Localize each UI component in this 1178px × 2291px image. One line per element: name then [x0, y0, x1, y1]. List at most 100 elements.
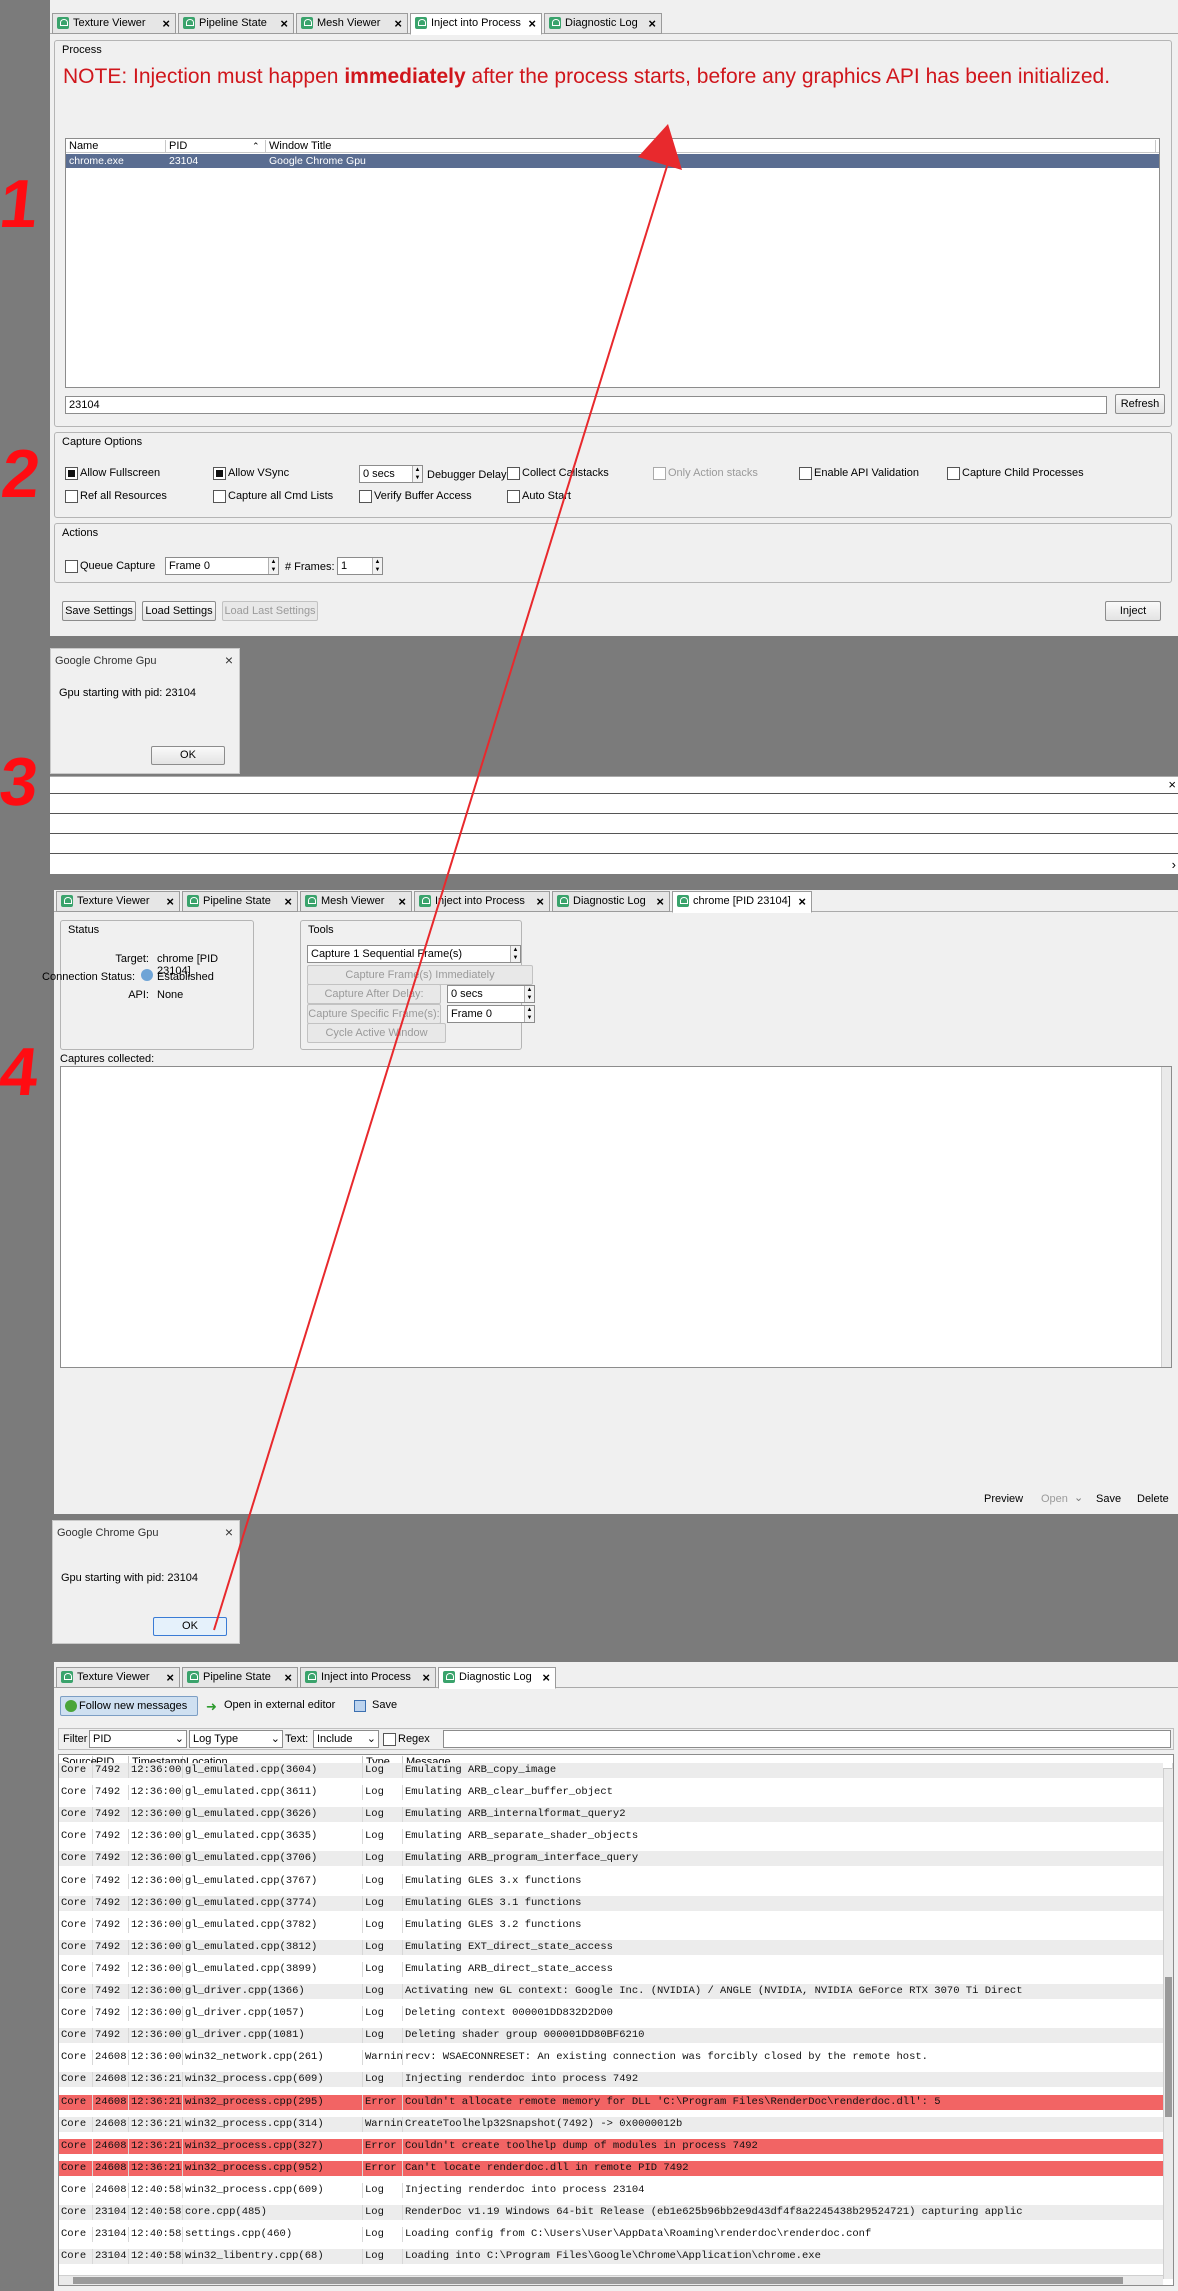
close-icon[interactable]: × [648, 14, 656, 33]
tab-mesh-viewer[interactable]: Mesh Viewer × [296, 13, 408, 34]
save-log-button[interactable]: Save [354, 1699, 397, 1712]
chevron-down-icon[interactable]: ⌄ [1074, 1491, 1083, 1504]
tab-inject-into-process[interactable]: Inject into Process × [414, 891, 550, 912]
tab-diagnostic-log[interactable]: Diagnostic Log × [544, 13, 662, 34]
pid-input[interactable]: 23104 [65, 396, 1107, 414]
regex-checkbox[interactable]: Regex [383, 1733, 430, 1746]
follow-new-messages-toggle[interactable]: Follow new messages [60, 1696, 198, 1716]
log-row[interactable]: Core 7492 12:36:00 gl_driver.cpp(1366) Log Ac… [59, 1984, 1173, 1999]
scrollbar-thumb[interactable] [1165, 1977, 1172, 2117]
close-icon[interactable]: × [284, 892, 292, 911]
spinner-arrows-icon[interactable]: ▲ ▼ [372, 558, 382, 574]
process-row[interactable]: chrome.exe 23104 Google Chrome Gpu [66, 154, 1159, 168]
close-icon[interactable]: × [398, 892, 406, 911]
tab-diagnostic-log[interactable]: Diagnostic Log × [552, 891, 670, 912]
close-icon[interactable]: × [280, 14, 288, 33]
spinner-arrows-icon[interactable]: ▲ ▼ [524, 986, 534, 1002]
close-icon[interactable]: × [394, 14, 402, 33]
delete-button[interactable]: Delete [1137, 1493, 1169, 1505]
log-row[interactable]: Core 24608 12:36:21 win32_process.cpp(295) E… [59, 2094, 1173, 2110]
log-row[interactable]: Core 24608 12:36:21 win32_process.cpp(314) W… [59, 2116, 1173, 2132]
log-type-select[interactable]: Log Type ⌄ [189, 1730, 283, 1748]
enable-api-validation-checkbox[interactable]: Enable API Validation [799, 467, 919, 480]
close-icon[interactable]: × [166, 892, 174, 911]
close-icon[interactable]: × [542, 1668, 550, 1687]
capture-all-cmd-lists-checkbox[interactable]: Capture all Cmd Lists [213, 490, 333, 503]
close-icon[interactable]: × [225, 1524, 233, 1540]
log-row[interactable]: Core 23104 12:40:58 core.cpp(485) Log RenderD… [59, 2205, 1173, 2220]
log-row[interactable]: Core 7492 12:36:00 gl_driver.cpp(1057) Log De… [59, 2006, 1173, 2022]
tab-diagnostic-log[interactable]: Diagnostic Log × [438, 1667, 556, 1689]
log-row[interactable]: Core 7492 12:36:00 gl_emulated.cpp(3604) Log… [59, 1763, 1173, 1778]
close-icon[interactable]: × [162, 14, 170, 33]
log-row[interactable]: Core 24608 12:36:00 win32_network.cpp(261) W… [59, 2050, 1173, 2066]
chevron-right-icon[interactable]: › [1172, 857, 1176, 872]
log-row[interactable]: Core 24608 12:36:21 win32_process.cpp(952) E… [59, 2160, 1173, 2176]
include-select[interactable]: Include ⌄ [313, 1730, 379, 1748]
log-row[interactable]: Core 7492 12:36:00 gl_emulated.cpp(3774) Log… [59, 1895, 1173, 1911]
preview-button[interactable]: Preview [984, 1493, 1023, 1505]
log-row[interactable]: Core 7492 12:36:00 gl_emulated.cpp(3611) Log… [59, 1785, 1173, 1801]
log-row[interactable]: Core 7492 12:36:00 gl_emulated.cpp(3782) Log… [59, 1917, 1173, 1933]
capture-frames-select[interactable]: Capture 1 Sequential Frame(s) ▲ ▼ [307, 945, 521, 963]
auto-start-checkbox[interactable]: Auto Start [507, 490, 571, 503]
close-icon[interactable]: × [422, 1668, 430, 1687]
log-row[interactable]: Core 7492 12:36:00 gl_emulated.cpp(3767) Log… [59, 1873, 1173, 1889]
tab-pipeline-state[interactable]: Pipeline State × [182, 1667, 298, 1688]
queue-capture-checkbox[interactable]: Queue Capture [65, 560, 155, 573]
close-icon[interactable]: × [284, 1668, 292, 1687]
ok-button[interactable]: OK [153, 1617, 227, 1636]
tab-texture-viewer[interactable]: Texture Viewer × [56, 1667, 180, 1688]
filter-text-input[interactable] [443, 1730, 1171, 1748]
inject-button[interactable]: Inject [1105, 601, 1161, 621]
filter-field-select[interactable]: PID ⌄ [89, 1730, 187, 1748]
open-in-external-editor-button[interactable]: ➜ Open in external editor [206, 1699, 335, 1714]
log-row[interactable]: Core 23104 12:40:58 win32_libentry.cpp(68) L… [59, 2249, 1173, 2265]
log-row[interactable]: Core 7492 12:36:00 gl_emulated.cpp(3812) Log… [59, 1939, 1173, 1955]
spinner-arrows-icon[interactable]: ▲ ▼ [524, 1006, 534, 1022]
log-row[interactable]: Core 7492 12:36:00 gl_emulated.cpp(3635) Log… [59, 1829, 1173, 1845]
capture-child-processes-checkbox[interactable]: Capture Child Processes [947, 467, 1084, 480]
specific-frame-input[interactable]: Frame 0 ▲ ▼ [447, 1005, 535, 1023]
log-row[interactable]: Core 7492 12:36:00 gl_emulated.cpp(3626) Log… [59, 1807, 1173, 1823]
log-row[interactable]: Core 24608 12:40:58 win32_process.cpp(609) L… [59, 2182, 1173, 2198]
tab-inject-into-process[interactable]: Inject into Process × [410, 13, 542, 35]
tab-texture-viewer[interactable]: Texture Viewer × [56, 891, 180, 912]
allow-fullscreen-checkbox[interactable]: Allow Fullscreen [65, 467, 160, 480]
save-button[interactable]: Save [1096, 1493, 1121, 1505]
log-row[interactable]: Core 24608 12:36:21 win32_process.cpp(609) L… [59, 2072, 1173, 2088]
allow-vsync-checkbox[interactable]: Allow VSync [213, 467, 289, 480]
horizontal-scrollbar[interactable] [59, 2275, 1163, 2285]
log-table[interactable]: Source PID Timestamp Location Type Messa… [58, 1754, 1174, 2286]
frame-number-input[interactable]: Frame 0 ▲ ▼ [165, 557, 279, 575]
scrollbar-thumb[interactable] [73, 2277, 1123, 2284]
close-icon[interactable]: × [1168, 777, 1176, 792]
tab-texture-viewer[interactable]: Texture Viewer × [52, 13, 176, 34]
close-icon[interactable]: × [166, 1668, 174, 1687]
log-row[interactable]: Core 7492 12:36:00 gl_emulated.cpp(3706) Log… [59, 1851, 1173, 1867]
close-icon[interactable]: × [798, 892, 806, 911]
close-icon[interactable]: × [656, 892, 664, 911]
ref-all-resources-checkbox[interactable]: Ref all Resources [65, 490, 167, 503]
refresh-button[interactable]: Refresh [1115, 394, 1165, 414]
close-icon[interactable]: × [528, 14, 536, 33]
spinner-arrows-icon[interactable]: ▲ ▼ [412, 466, 422, 482]
close-icon[interactable]: × [536, 892, 544, 911]
log-row[interactable]: Core 7492 12:36:00 gl_driver.cpp(1081) Log De… [59, 2028, 1173, 2044]
vertical-scrollbar[interactable] [1163, 1769, 1173, 2279]
debugger-delay-input[interactable]: 0 secs ▲ ▼ [359, 465, 423, 483]
process-list[interactable]: Name PID Window Title ⌃ chrome.exe 23104… [65, 138, 1160, 388]
ok-button[interactable]: OK [151, 746, 225, 765]
num-frames-input[interactable]: 1 ▲ ▼ [337, 557, 383, 575]
close-icon[interactable]: × [225, 652, 233, 668]
verify-buffer-access-checkbox[interactable]: Verify Buffer Access [359, 490, 472, 503]
spinner-arrows-icon[interactable]: ▲ ▼ [268, 558, 278, 574]
tab-chrome-connection[interactable]: chrome [PID 23104] × [672, 891, 812, 913]
tab-mesh-viewer[interactable]: Mesh Viewer × [300, 891, 412, 912]
delay-input[interactable]: 0 secs ▲ ▼ [447, 985, 535, 1003]
vertical-scrollbar[interactable] [1161, 1067, 1171, 1367]
load-settings-button[interactable]: Load Settings [142, 601, 216, 621]
log-row[interactable]: Core 7492 12:36:00 gl_emulated.cpp(3899) Log… [59, 1961, 1173, 1977]
log-row[interactable]: Core 23104 12:40:58 settings.cpp(460) Log Loa… [59, 2227, 1173, 2243]
collect-callstacks-checkbox[interactable]: Collect Callstacks [507, 467, 609, 480]
